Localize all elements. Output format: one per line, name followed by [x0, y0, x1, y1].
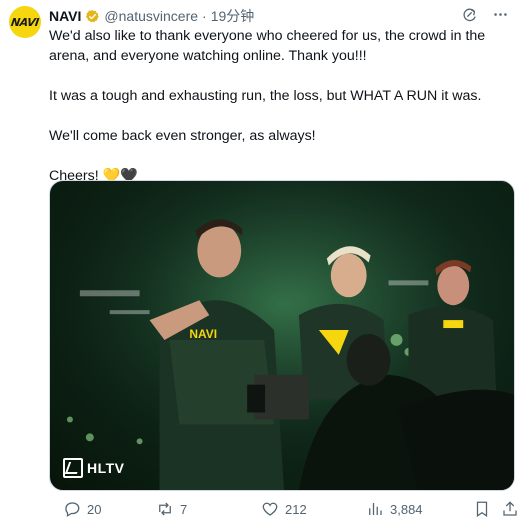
reply-count: 20 — [87, 501, 102, 517]
repost-count: 7 — [180, 501, 188, 517]
views-icon — [369, 503, 382, 515]
author-name[interactable]: NAVI — [49, 8, 81, 24]
share-icon — [503, 501, 517, 516]
repost-icon — [159, 502, 171, 516]
author-handle[interactable]: @natusvincere — [104, 8, 198, 24]
like-icon — [262, 502, 278, 516]
tweet-header: NAVI @natusvincere · 19分钟 — [49, 6, 254, 26]
tweet-text: We'd also like to thank everyone who che… — [49, 26, 514, 186]
post-time[interactable]: 19分钟 — [211, 6, 255, 26]
tweet-paragraph: It was a tough and exhausting run, the l… — [49, 88, 482, 104]
tweet-paragraph: We'd also like to thank everyone who che… — [49, 28, 486, 64]
bookmark-button[interactable] — [473, 500, 491, 518]
tweet-photo[interactable]: NAVI HLTV — [49, 180, 515, 491]
separator-dot: · — [202, 8, 207, 24]
more-options-icon[interactable] — [492, 6, 509, 23]
tweet-actions: 20 7 212 3,884 — [49, 500, 519, 524]
repost-button[interactable]: 7 — [156, 500, 187, 518]
reply-icon — [65, 502, 80, 517]
arena-scene: NAVI — [50, 181, 514, 490]
grok-icon[interactable] — [461, 6, 478, 23]
navi-logo: NAVI — [10, 15, 40, 29]
watermark-text: HLTV — [87, 460, 125, 476]
bookmark-icon — [476, 501, 488, 517]
like-count: 212 — [285, 501, 307, 517]
reply-button[interactable]: 20 — [63, 500, 101, 518]
views-button[interactable]: 3,884 — [366, 500, 423, 518]
tweet-paragraph: We'll come back even stronger, as always… — [49, 128, 316, 144]
tweet[interactable]: NAVI NAVI @natusvincere · 19分钟 We'd also… — [0, 0, 521, 527]
hltv-logo-icon — [63, 458, 83, 478]
header-actions — [461, 6, 509, 23]
jersey-text-main: NAVI — [189, 327, 217, 341]
share-button[interactable] — [501, 500, 519, 518]
hltv-watermark: HLTV — [63, 458, 125, 478]
verified-badge-icon — [86, 9, 100, 22]
views-count: 3,884 — [390, 501, 423, 517]
like-button[interactable]: 212 — [261, 500, 307, 518]
author-avatar[interactable]: NAVI — [9, 6, 41, 38]
